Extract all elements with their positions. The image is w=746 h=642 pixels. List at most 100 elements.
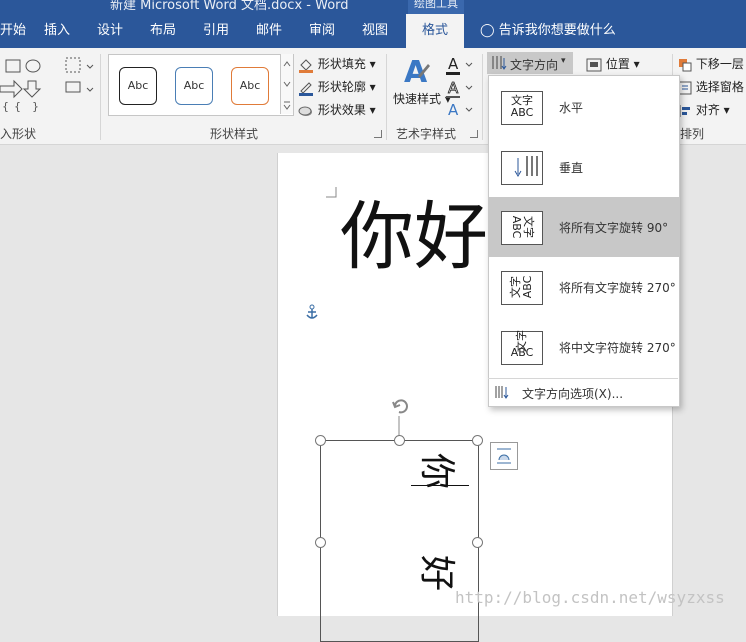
text-direction-options-item[interactable]: 文字方向选项(X)... [488, 380, 678, 404]
shape-fill-button[interactable]: 形状填充 ▾ [298, 55, 376, 73]
textbox-char: 你 [416, 452, 458, 490]
menu-item-vertical[interactable]: 垂直 [489, 137, 679, 197]
tab-mailings[interactable]: 邮件 [256, 14, 282, 48]
resize-handle[interactable] [315, 537, 326, 548]
horizontal-text-icon: 文字 ABC [501, 91, 543, 125]
menu-item-label: 水平 [559, 101, 584, 115]
tab-review[interactable]: 审阅 [309, 14, 335, 48]
menu-item-rotate-90[interactable]: 文字 ABC 将所有文字旋转 90° [489, 197, 679, 257]
menu-item-horizontal[interactable]: 文字 ABC 水平 [489, 77, 679, 137]
tab-home[interactable]: 开始 [0, 14, 26, 48]
tab-format[interactable]: 格式 [406, 14, 464, 48]
wordart-launcher-icon[interactable] [470, 130, 478, 138]
tab-insert[interactable]: 插入 [44, 14, 70, 48]
text-direction-button[interactable]: 文字方向 ▾ [487, 52, 573, 74]
layout-options-icon [497, 448, 511, 464]
menu-item-label: 将所有文字旋转 270° [559, 281, 676, 295]
gallery-scroll-arrows-icon [283, 61, 291, 110]
align-icon [679, 104, 690, 117]
text-direction-options-label: 文字方向选项(X)... [522, 387, 624, 401]
gallery-scroll[interactable] [280, 54, 293, 114]
layout-options-button[interactable] [490, 442, 518, 470]
text-direction-options-icon [495, 386, 509, 399]
resize-handle[interactable] [472, 435, 483, 446]
tab-view[interactable]: 视图 [362, 14, 388, 48]
tab-layout[interactable]: 布局 [150, 14, 176, 48]
resize-handle[interactable] [394, 435, 405, 446]
lightbulb-icon: ◯ [480, 23, 495, 38]
svg-text:A: A [448, 101, 459, 119]
shape-effects-label: 形状效果 [317, 103, 366, 117]
tell-me-text: 告诉我你想要做什么 [498, 23, 616, 38]
position-button[interactable]: 位置 ▾ [586, 55, 640, 72]
resize-handle[interactable] [315, 435, 326, 446]
anchor-icon [306, 304, 318, 319]
shape-outline-button[interactable]: 形状轮廓 ▾ [298, 78, 376, 96]
margin-corner-mark-icon [326, 187, 337, 198]
text-direction-label: 文字方向 [510, 58, 559, 72]
vertical-text-icon [501, 151, 543, 185]
svg-text:A: A [448, 55, 459, 73]
tell-me-box[interactable]: ◯ 告诉我你想要做什么 [480, 14, 616, 48]
menu-item-cjk-rotate-270[interactable]: 文字 ABC 将中文字符旋转 270° [489, 317, 679, 377]
svg-text:{: { [2, 100, 9, 113]
selection-pane-icon [678, 81, 692, 94]
tab-design[interactable]: 设计 [97, 14, 123, 48]
title-bar: 新建 Microsoft Word 文档.docx - Word [0, 0, 746, 14]
send-backward-button[interactable]: 下移一层 [678, 55, 744, 72]
menu-item-label: 将所有文字旋转 90° [559, 221, 669, 235]
textbox-char: 好 [416, 554, 458, 592]
text-direction-menu: 文字 ABC 水平 垂直 文字 ABC 将所有文字旋转 90° 文字 ABC 将… [488, 75, 680, 407]
rotated-textbox[interactable]: 你 好 [320, 440, 479, 642]
selection-pane-label: 选择窗格 [695, 80, 744, 94]
align-label: 对齐 [695, 103, 720, 117]
text-cursor-underline [411, 485, 469, 486]
menu-item-rotate-270[interactable]: 文字 ABC 将所有文字旋转 270° [489, 257, 679, 317]
send-backward-icon [679, 58, 692, 71]
shape-fill-label: 形状填充 [317, 57, 366, 71]
rotate-handle-icon[interactable] [389, 396, 413, 440]
chevron-down-icon: ▾ [561, 56, 566, 66]
shape-styles-launcher-icon[interactable] [374, 130, 382, 138]
window-title: 新建 Microsoft Word 文档.docx - Word [110, 0, 349, 13]
shape-styles-group-label: 形状样式 [210, 127, 259, 141]
text-direction-icon [492, 56, 507, 70]
rotate-270-text-icon: 文字 ABC [501, 271, 543, 305]
resize-handle[interactable] [472, 537, 483, 548]
insert-shapes-group-label: 入形状 [0, 127, 37, 141]
shapes-gallery-icon[interactable]: { { } [0, 56, 95, 116]
menu-item-label: 将中文字符旋转 270° [559, 341, 676, 355]
align-button[interactable]: 对齐 ▾ [678, 101, 730, 118]
rotate-90-text-icon: 文字 ABC [501, 211, 543, 245]
shape-style-thumb-blue[interactable]: Abc [175, 67, 213, 105]
position-label: 位置 [605, 57, 630, 71]
menu-item-label: 垂直 [559, 161, 584, 175]
menu-separator [488, 378, 678, 379]
quick-styles-label: 快速样式 [393, 92, 442, 106]
shape-style-thumb-black[interactable]: Abc [119, 67, 157, 105]
shape-effects-button[interactable]: 形状效果 ▾ [298, 101, 376, 119]
quick-styles-button[interactable]: 快速样式 ▾ [393, 90, 451, 107]
group-divider [482, 54, 483, 140]
tab-references[interactable]: 引用 [203, 14, 229, 48]
pen-icon [299, 81, 313, 96]
send-backward-label: 下移一层 [695, 57, 744, 71]
paint-bucket-icon [299, 58, 313, 73]
shape-outline-label: 形状轮廓 [317, 80, 366, 94]
svg-text:}: } [32, 100, 39, 113]
group-divider [386, 54, 387, 140]
shape-effects-icon [298, 106, 312, 116]
watermark-text: http://blog.csdn.net/wsyzxss [455, 588, 725, 607]
position-icon [586, 58, 602, 71]
shape-style-gallery: Abc Abc Abc [108, 54, 294, 116]
wordart-a-icon: A [404, 55, 430, 88]
shape-style-thumb-orange[interactable]: Abc [231, 67, 269, 105]
group-divider [100, 54, 101, 140]
wordart-text-tools-icon[interactable]: A A A [446, 55, 476, 121]
document-heading-text[interactable]: 你好 [340, 200, 488, 274]
drawing-tools-header: 绘图工具 [408, 0, 464, 14]
wordart-group-label: 艺术字样式 [396, 127, 457, 141]
cjk-rotate-270-icon: 文字 ABC [501, 330, 543, 365]
selection-pane-button[interactable]: 选择窗格 [678, 78, 744, 95]
svg-text:{: { [14, 100, 21, 113]
